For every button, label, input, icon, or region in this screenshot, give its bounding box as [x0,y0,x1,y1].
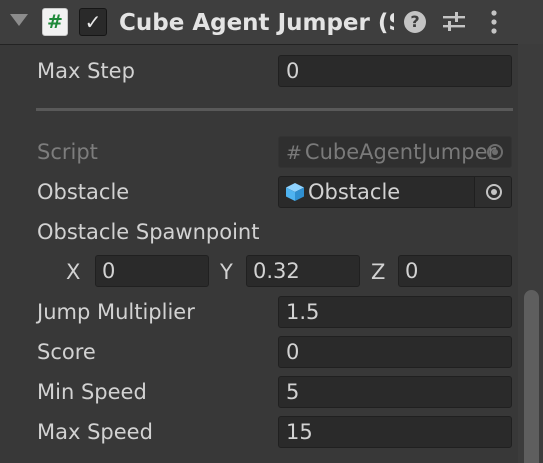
jump-multiplier-field[interactable]: 1.5 [278,296,512,328]
component-header[interactable]: # ✓ Cube Agent Jumper (Script) ? [0,0,543,45]
component-title: Cube Agent Jumper (Script) [119,10,394,36]
obstacle-value: Obstacle [308,180,401,204]
separator [36,108,513,111]
script-hash-icon: # [286,142,302,164]
script-field: # CubeAgentJumper [278,136,512,168]
min-speed-label: Min Speed [37,380,147,404]
max-speed-label: Max Speed [37,420,153,444]
object-picker-icon [487,144,503,160]
foldout-arrow-icon[interactable] [10,14,28,26]
obstacle-picker-button[interactable] [474,177,511,207]
component-enabled-checkbox[interactable]: ✓ [79,8,107,36]
prefab-cube-icon [286,183,304,201]
max-speed-field[interactable]: 15 [278,416,512,448]
spawnpoint-z-field[interactable]: 0 [398,255,512,287]
help-icon[interactable]: ? [404,11,426,33]
max-step-label: Max Step [37,59,135,83]
z-axis-label[interactable]: Z [371,256,385,288]
max-step-field[interactable]: 0 [278,55,512,87]
presets-icon[interactable] [442,11,466,33]
x-axis-label[interactable]: X [66,256,80,288]
script-value: CubeAgentJumper [304,140,497,164]
object-picker-icon[interactable] [486,184,502,200]
csharp-script-icon: # [42,8,68,36]
spawnpoint-x-field[interactable]: 0 [95,255,209,287]
score-label: Score [37,340,96,364]
kebab-menu-icon[interactable] [484,9,504,35]
obstacle-label: Obstacle [37,180,130,204]
score-field[interactable]: 0 [278,336,512,368]
spawnpoint-y-field[interactable]: 0.32 [246,255,360,287]
obstacle-spawnpoint-label: Obstacle Spawnpoint [37,220,260,244]
scrollbar-thumb[interactable] [524,290,539,463]
min-speed-field[interactable]: 5 [278,376,512,408]
jump-multiplier-label: Jump Multiplier [37,300,195,324]
y-axis-label[interactable]: Y [220,256,233,288]
script-label: Script [37,140,98,164]
obstacle-field[interactable]: Obstacle [278,176,512,208]
